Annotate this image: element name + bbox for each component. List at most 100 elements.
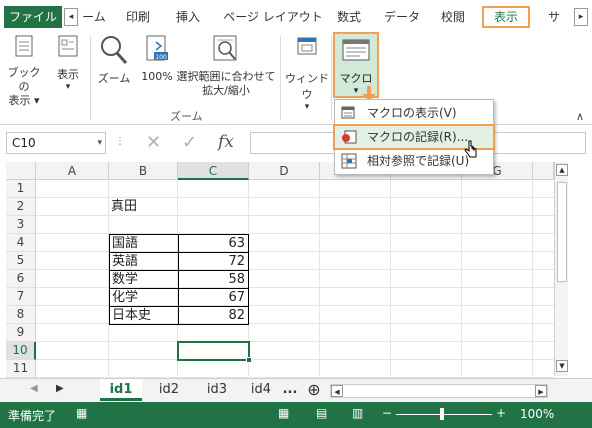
tab-scroll-left-icon[interactable]: ◂ xyxy=(64,8,78,26)
cell-subject[interactable]: 日本史 xyxy=(109,306,179,325)
row-header-8[interactable]: 8 xyxy=(6,306,36,324)
row-header-9[interactable]: 9 xyxy=(6,324,36,342)
name-box-dropdown-icon[interactable]: ▾ xyxy=(97,133,102,153)
cell-subject[interactable]: 数学 xyxy=(109,270,179,289)
cell-b2[interactable]: 真田 xyxy=(109,198,178,216)
record-macro-icon xyxy=(342,130,357,144)
cell-score[interactable]: 63 xyxy=(178,234,249,253)
cell-score[interactable]: 58 xyxy=(178,270,249,289)
cell-subject[interactable]: 国語 xyxy=(109,234,179,253)
name-box[interactable]: C10 ▾ xyxy=(6,132,106,154)
ribbon-separator xyxy=(280,36,281,120)
scroll-left-icon[interactable]: ◀ xyxy=(331,385,343,397)
zoom-slider[interactable] xyxy=(396,414,492,415)
window-label: ウィンドウ xyxy=(285,72,329,101)
zoom-button[interactable]: ズーム xyxy=(94,34,134,86)
sheet-tab-id3[interactable]: id3 xyxy=(196,379,238,401)
relative-reference-icon xyxy=(341,153,357,169)
show-button[interactable]: 表示 ▾ xyxy=(50,34,86,92)
zoom-level[interactable]: 100% xyxy=(520,407,554,421)
row-header-4[interactable]: 4 xyxy=(6,234,36,252)
collapse-ribbon-icon[interactable]: ∧ xyxy=(576,110,584,123)
name-box-value: C10 xyxy=(12,136,36,150)
normal-view-icon[interactable]: ▦ xyxy=(278,406,289,420)
tab-formulas[interactable]: 数式 xyxy=(334,6,364,28)
window-button[interactable]: ウィンドウ ▾ xyxy=(284,34,330,112)
zoom-in-icon[interactable]: + xyxy=(496,406,506,420)
fill-handle[interactable] xyxy=(246,357,252,363)
next-sheet-icon[interactable]: ▶ xyxy=(56,383,64,394)
status-bar: 準備完了 ▦ ▦ ▤ ▥ − + 100% xyxy=(0,402,592,428)
column-header-a[interactable]: A xyxy=(36,162,109,180)
zoom-selection-button[interactable]: 選択範囲に合わせて 拡大/縮小 xyxy=(176,34,276,98)
tab-print[interactable]: 印刷 xyxy=(122,6,154,28)
macro-record-status-icon[interactable]: ▦ xyxy=(76,406,87,420)
cell-subject[interactable]: 化学 xyxy=(109,288,179,307)
book-view-button[interactable]: ブックの 表示 ▾ xyxy=(4,34,44,108)
magnifier-icon xyxy=(101,36,128,65)
row-header-3[interactable]: 3 xyxy=(6,216,36,234)
formula-bar: C10 ▾ ⋮ ✕ ✓ fx xyxy=(0,130,592,156)
ribbon-separator xyxy=(331,36,332,120)
worksheet-grid[interactable]: ABCDEFG1234567891011真田国語63英語72数学58化学67日本… xyxy=(6,162,554,378)
scroll-up-icon[interactable]: ▲ xyxy=(556,164,568,176)
tab-data[interactable]: データ xyxy=(384,6,420,28)
zoom-selection-label-1: 選択範囲に合わせて xyxy=(176,70,276,83)
row-header-6[interactable]: 6 xyxy=(6,270,36,288)
active-cell-c10[interactable] xyxy=(177,341,250,361)
scroll-right-icon[interactable]: ▶ xyxy=(535,385,547,397)
row-header-7[interactable]: 7 xyxy=(6,288,36,306)
tab-review[interactable]: 校閲 xyxy=(438,6,468,28)
zoom-100-button[interactable]: 100 100% xyxy=(138,34,176,83)
status-ready: 準備完了 xyxy=(8,409,57,423)
view-macros-label: マクロの表示(V) xyxy=(367,106,457,120)
menu-item-view-macros[interactable]: マクロの表示(V) xyxy=(335,102,493,124)
row-header-5[interactable]: 5 xyxy=(6,252,36,270)
tab-insert[interactable]: 挿入 xyxy=(172,6,204,28)
select-all-corner[interactable] xyxy=(6,162,36,180)
column-header-partial[interactable] xyxy=(533,162,554,180)
column-header-c[interactable]: C xyxy=(178,162,249,180)
row-header-10[interactable]: 10 xyxy=(6,342,36,360)
tab-file[interactable]: ファイル xyxy=(4,6,62,28)
formula-bar-grip-icon[interactable]: ⋮ xyxy=(115,136,125,147)
cell-score[interactable]: 67 xyxy=(178,288,249,307)
tab-next[interactable]: サ xyxy=(544,6,564,28)
zoom-selection-label-2: 拡大/縮小 xyxy=(202,84,250,97)
insert-function-button[interactable]: fx xyxy=(218,132,234,152)
tab-page-layout[interactable]: ページ レイアウト xyxy=(222,6,324,28)
tab-home[interactable]: ーム xyxy=(80,6,108,28)
zoom-slider-thumb[interactable] xyxy=(440,408,444,420)
confirm-entry-icon[interactable]: ✓ xyxy=(182,132,197,153)
tab-view[interactable]: 表示 xyxy=(482,6,530,28)
sheet-tab-id4[interactable]: id4 xyxy=(244,379,278,401)
zoom-out-icon[interactable]: − xyxy=(382,406,392,420)
sheet-tab-id1[interactable]: id1 xyxy=(100,379,142,401)
book-view-label-1: ブックの xyxy=(7,66,41,93)
tab-scroll-right-icon[interactable]: ▸ xyxy=(574,8,588,26)
zoom-100-label: 100% xyxy=(141,70,173,83)
show-label: 表示 xyxy=(57,68,79,81)
column-header-b[interactable]: B xyxy=(109,162,178,180)
sheet-tab-bar: ◀ ▶ id1 id2 id3 id4 ... ⊕ ◀ ▶ xyxy=(0,378,592,402)
page-layout-view-icon[interactable]: ▤ xyxy=(316,406,327,420)
cell-subject[interactable]: 英語 xyxy=(109,252,179,271)
row-header-2[interactable]: 2 xyxy=(6,198,36,216)
horizontal-scrollbar[interactable]: ◀ ▶ xyxy=(330,384,548,398)
vertical-scrollbar[interactable]: ▲ ▼ xyxy=(554,162,568,376)
prev-sheet-icon[interactable]: ◀ xyxy=(30,383,38,394)
scroll-down-icon[interactable]: ▼ xyxy=(556,360,568,372)
row-header-1[interactable]: 1 xyxy=(6,180,36,198)
cell-score[interactable]: 82 xyxy=(178,306,249,325)
page-break-view-icon[interactable]: ▥ xyxy=(352,406,363,420)
cell-score[interactable]: 72 xyxy=(178,252,249,271)
sheet-tab-id2[interactable]: id2 xyxy=(148,379,190,401)
row-header-11[interactable]: 11 xyxy=(6,360,36,378)
scroll-thumb[interactable] xyxy=(557,182,567,282)
window-icon xyxy=(297,37,317,55)
cancel-entry-icon[interactable]: ✕ xyxy=(146,132,161,153)
more-sheets-button[interactable]: ... xyxy=(282,379,298,401)
add-sheet-icon[interactable]: ⊕ xyxy=(304,379,324,401)
column-header-d[interactable]: D xyxy=(249,162,320,180)
gridline-row xyxy=(36,341,554,342)
